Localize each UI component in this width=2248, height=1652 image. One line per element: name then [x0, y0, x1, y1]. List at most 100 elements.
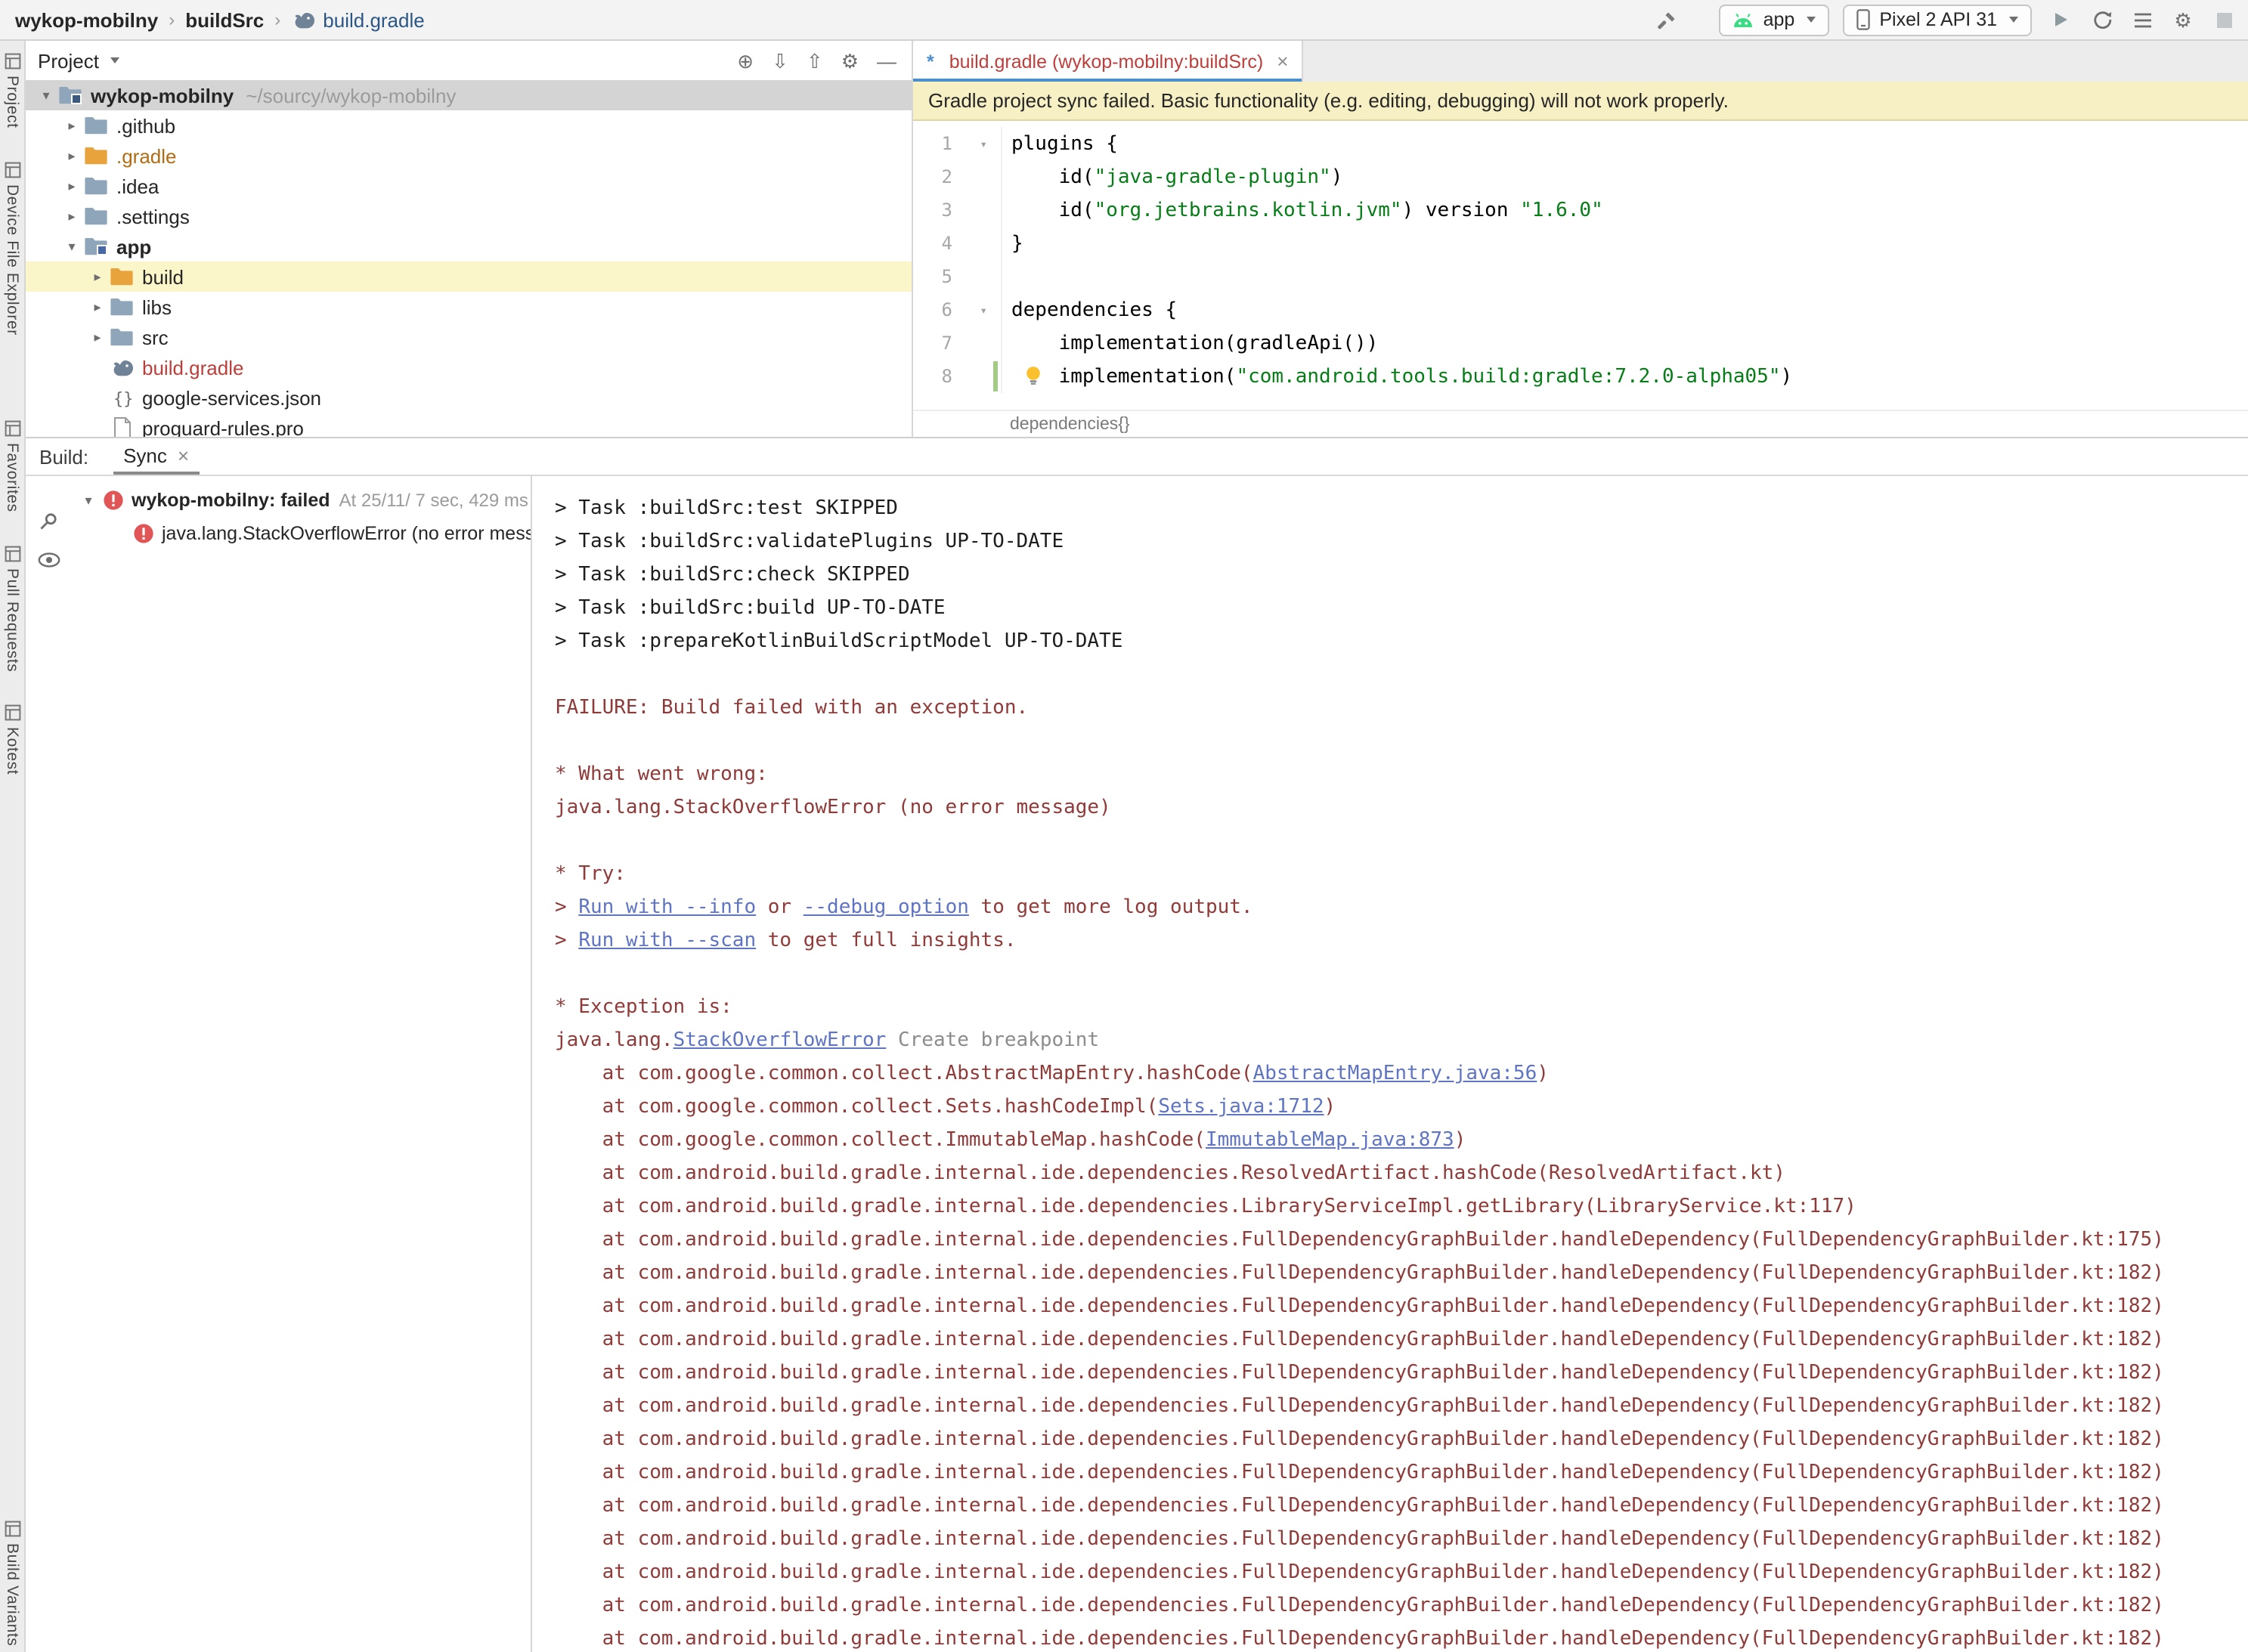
chevron-expanded-icon[interactable]: ▾	[77, 492, 100, 509]
run-icon[interactable]	[2045, 5, 2076, 35]
expand-all-icon[interactable]: ⇩	[772, 51, 788, 70]
console-text: at com.android.build.gradle.internal.ide…	[555, 1295, 2164, 1318]
locate-icon[interactable]: ⊕	[737, 51, 754, 70]
code-text[interactable]: implementation("com.android.tools.build:…	[1001, 360, 2248, 393]
run-configuration-select[interactable]: app	[1720, 4, 1830, 36]
stripe-item-favorites[interactable]: Favorites	[3, 419, 21, 512]
sync-icon[interactable]	[2086, 5, 2116, 35]
code-text[interactable]	[1001, 260, 2248, 293]
stripe-item-project[interactable]: Project	[3, 53, 21, 128]
stop-icon[interactable]	[2209, 5, 2239, 35]
intention-bulb-icon[interactable]	[1025, 366, 1042, 385]
code-text[interactable]: implementation(gradleApi())	[1001, 326, 2248, 360]
build-tree-item[interactable]: java.lang.StackOverflowError (no error m…	[71, 517, 531, 550]
stripe-item-build-variants[interactable]: Build Variants	[3, 1521, 21, 1646]
chevron-collapsed-icon[interactable]: ▸	[60, 208, 83, 224]
tree-item-libs[interactable]: ▸libs	[26, 292, 912, 322]
code-line[interactable]: 1 ▾ plugins {	[913, 127, 2248, 160]
tree-item-google-services.json[interactable]: {}google-services.json	[26, 382, 912, 413]
editor-gutter	[952, 160, 1001, 193]
tree-item-.gradle[interactable]: ▸.gradle	[26, 141, 912, 171]
tree-item-app[interactable]: ▾app	[26, 231, 912, 261]
console-line: > Task :buildSrc:test SKIPPED	[555, 497, 2248, 531]
tree-item-build[interactable]: ▸build	[26, 261, 912, 292]
tree-item-proguard-rules.pro[interactable]: proguard-rules.pro	[26, 413, 912, 437]
code-line[interactable]: 6 ▾ dependencies {	[913, 293, 2248, 326]
code-text[interactable]: id("java-gradle-plugin")	[1001, 160, 2248, 193]
task-list-icon[interactable]	[2127, 5, 2157, 35]
console-link[interactable]: --debug option	[804, 896, 969, 919]
build-tree-item[interactable]: ▾wykop-mobilny: failedAt 25/11/ 7 sec, 4…	[71, 484, 531, 517]
console-link[interactable]: Sets.java:1712	[1158, 1096, 1324, 1118]
collapse-all-icon[interactable]: ⇧	[807, 51, 823, 70]
stripe-item-pull-requests[interactable]: Pull Requests	[3, 545, 21, 671]
line-number[interactable]: 1	[913, 127, 952, 160]
code-line[interactable]: 7 implementation(gradleApi())	[913, 326, 2248, 360]
chevron-collapsed-icon[interactable]: ▸	[60, 147, 83, 164]
console-text: > Task :buildSrc:check SKIPPED	[555, 564, 910, 586]
pin-icon[interactable]	[38, 511, 59, 532]
eye-icon[interactable]	[37, 552, 60, 568]
tree-item-path: ~/sourcy/wykop-mobilny	[246, 84, 456, 107]
line-number[interactable]: 7	[913, 326, 952, 360]
stripe-item-kotest[interactable]: Kotest	[3, 705, 21, 775]
line-number[interactable]: 2	[913, 160, 952, 193]
code-text[interactable]: plugins {	[1001, 127, 2248, 160]
build-console[interactable]: > Task :buildSrc:test SKIPPED > Task :bui…	[532, 476, 2248, 1652]
code-text[interactable]: }	[1001, 227, 2248, 260]
chevron-expanded-icon[interactable]: ▾	[60, 238, 83, 255]
breadcrumb-item-file[interactable]: build.gradle	[291, 8, 424, 31]
tree-item-.settings[interactable]: ▸.settings	[26, 201, 912, 231]
code-token: plugins {	[1011, 132, 1118, 155]
hide-icon[interactable]: ―	[877, 51, 896, 70]
console-text: FAILURE: Build failed with an exception.	[555, 697, 1028, 719]
chevron-collapsed-icon[interactable]: ▸	[86, 299, 109, 315]
line-number[interactable]: 3	[913, 193, 952, 227]
code-line[interactable]: 5	[913, 260, 2248, 293]
chevron-collapsed-icon[interactable]: ▸	[60, 178, 83, 194]
settings-icon[interactable]: ⚙	[2168, 5, 2198, 35]
chevron-collapsed-icon[interactable]: ▸	[60, 117, 83, 134]
stripe-item-label: Device File Explorer	[3, 184, 21, 336]
breadcrumb-item[interactable]: wykop-mobilny	[15, 8, 158, 31]
project-view-selector[interactable]: Project	[38, 49, 120, 72]
console-link[interactable]: ImmutableMap.java:873	[1206, 1129, 1454, 1152]
close-icon[interactable]: ×	[1277, 50, 1288, 73]
line-number[interactable]: 5	[913, 260, 952, 293]
tree-item-.idea[interactable]: ▸.idea	[26, 171, 912, 201]
code-text[interactable]: id("org.jetbrains.kotlin.jvm") version "…	[1001, 193, 2248, 227]
chevron-collapsed-icon[interactable]: ▸	[86, 329, 109, 345]
tree-item-wykop-mobilny[interactable]: ▾wykop-mobilny~/sourcy/wykop-mobilny	[26, 80, 912, 110]
tree-item-.github[interactable]: ▸.github	[26, 110, 912, 141]
build-hammer-icon[interactable]	[1652, 5, 1682, 35]
console-link[interactable]: Run with --info	[578, 896, 756, 919]
settings-icon[interactable]: ⚙	[841, 51, 859, 70]
fold-expanded-icon[interactable]: ▾	[980, 137, 987, 150]
editor-breadcrumb[interactable]: dependencies{}	[913, 410, 2248, 437]
line-number[interactable]: 8	[913, 360, 952, 393]
code-editor[interactable]: 1▾plugins {2 id("java-gradle-plugin")3 i…	[913, 121, 2248, 410]
code-line[interactable]: 4}	[913, 227, 2248, 260]
tree-item-src[interactable]: ▸src	[26, 322, 912, 352]
device-select[interactable]: Pixel 2 API 31	[1843, 4, 2032, 36]
close-icon[interactable]: ×	[178, 444, 189, 466]
console-link[interactable]: StackOverflowError	[673, 1029, 887, 1052]
console-text: or	[756, 896, 804, 919]
fold-expanded-icon[interactable]: ▾	[980, 303, 987, 317]
stripe-item-device-file-explorer[interactable]: Device File Explorer	[3, 162, 21, 336]
tab-sync[interactable]: Sync ×	[113, 438, 200, 475]
tree-item-build.gradle[interactable]: build.gradle	[26, 352, 912, 382]
editor-tab-build-gradle[interactable]: * build.gradle (wykop-mobilny:buildSrc) …	[913, 41, 1303, 82]
chevron-collapsed-icon[interactable]: ▸	[86, 268, 109, 285]
chevron-expanded-icon[interactable]: ▾	[35, 87, 57, 104]
code-line[interactable]: 2 id("java-gradle-plugin")	[913, 160, 2248, 193]
code-text[interactable]: dependencies {	[1001, 293, 2248, 326]
console-link[interactable]: AbstractMapEntry.java:56	[1253, 1063, 1537, 1085]
line-number[interactable]: 6	[913, 293, 952, 326]
code-line[interactable]: 3 id("org.jetbrains.kotlin.jvm") version…	[913, 193, 2248, 227]
module-icon	[83, 237, 109, 255]
line-number[interactable]: 4	[913, 227, 952, 260]
code-line[interactable]: 8 implementation("com.android.tools.buil…	[913, 360, 2248, 393]
breadcrumb-item[interactable]: buildSrc	[185, 8, 264, 31]
console-link[interactable]: Run with --scan	[578, 930, 756, 952]
